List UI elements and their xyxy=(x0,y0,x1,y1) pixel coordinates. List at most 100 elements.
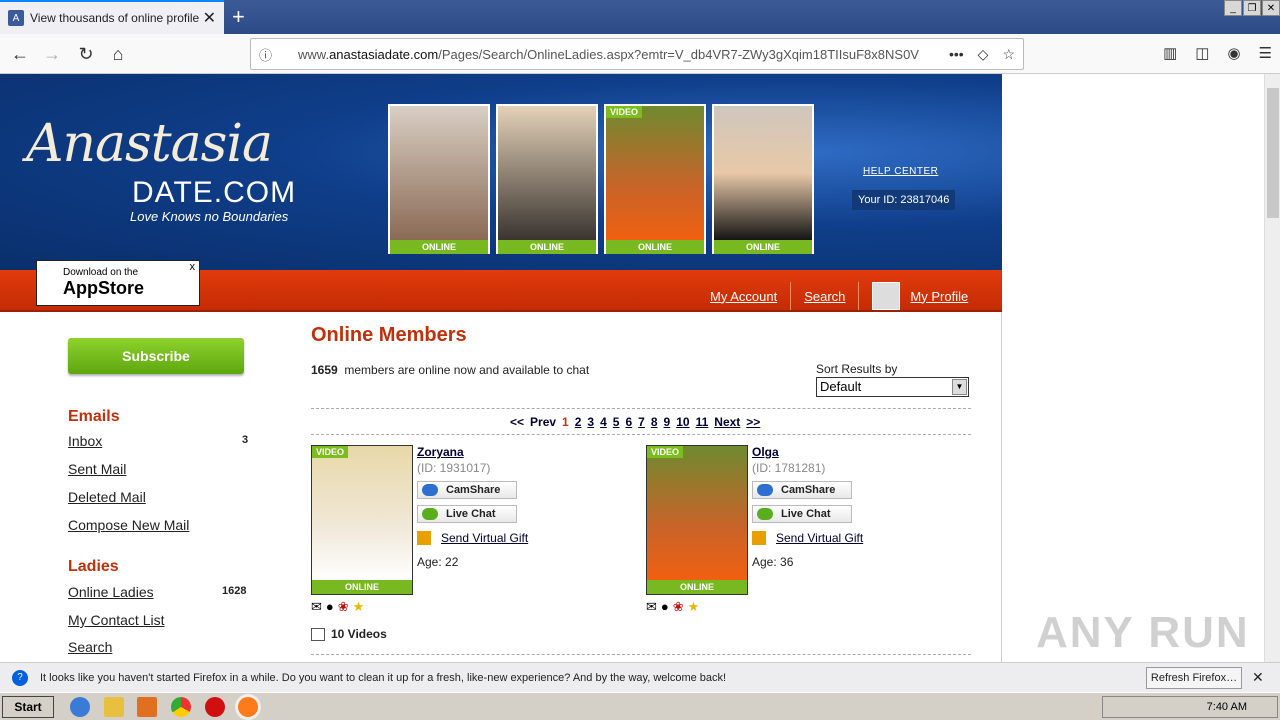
page-link[interactable]: 10 xyxy=(676,415,689,429)
refresh-firefox-button[interactable]: Refresh Firefox… xyxy=(1146,667,1242,689)
sort-label: Sort Results by xyxy=(816,362,898,376)
page-link[interactable]: 3 xyxy=(587,415,594,429)
sent-mail-link[interactable]: Sent Mail xyxy=(68,461,126,477)
start-button[interactable]: Start xyxy=(2,696,54,718)
main-content: Online Members 1659 members are online n… xyxy=(311,314,971,662)
mail-icon[interactable]: ✉ xyxy=(311,599,322,615)
firefox-icon[interactable] xyxy=(238,697,258,717)
first-page-link[interactable]: << xyxy=(510,415,524,429)
new-tab-icon[interactable]: + xyxy=(232,4,245,30)
featured-lady-photo[interactable]: ONLINE xyxy=(712,104,814,254)
back-icon[interactable]: ← xyxy=(4,38,36,70)
top-nav-links: My Account Search My Profile xyxy=(710,282,968,310)
online-badge: ONLINE xyxy=(647,580,747,594)
opera-icon[interactable] xyxy=(205,697,225,717)
library-icon[interactable]: ▥ xyxy=(1163,44,1177,62)
favorite-star-icon[interactable]: ★ xyxy=(688,599,700,615)
page-actions-icon[interactable]: ••• xyxy=(949,46,964,63)
rose-icon[interactable]: ❀ xyxy=(673,599,684,615)
page-link[interactable]: 9 xyxy=(664,415,671,429)
home-icon[interactable]: ⌂ xyxy=(102,38,134,70)
page-link[interactable]: 11 xyxy=(696,415,709,429)
logo-date[interactable]: DATE.COM xyxy=(132,176,296,210)
videos-link[interactable]: 10 Videos xyxy=(311,627,387,641)
minimize-icon[interactable]: _ xyxy=(1224,0,1242,16)
my-account-link[interactable]: My Account xyxy=(710,289,777,304)
video-badge: VIDEO xyxy=(606,106,643,118)
help-center-link[interactable]: HELP CENTER xyxy=(863,166,938,177)
user-id-label: Your ID: 23817046 xyxy=(852,190,956,210)
subscribe-button[interactable]: Subscribe xyxy=(68,338,244,374)
featured-lady-photo[interactable]: ONLINE xyxy=(388,104,490,254)
ie-icon[interactable] xyxy=(70,697,90,717)
mail-icon[interactable]: ✉ xyxy=(646,599,657,615)
prev-page-link[interactable]: Prev xyxy=(530,415,556,429)
featured-lady-photo[interactable]: VIDEO ONLINE xyxy=(604,104,706,254)
close-icon[interactable]: ✕ xyxy=(1252,669,1264,686)
avatar[interactable] xyxy=(872,282,901,310)
last-page-link[interactable]: >> xyxy=(746,415,760,429)
reload-icon[interactable]: ↻ xyxy=(70,38,102,70)
page-link[interactable]: 2 xyxy=(575,415,582,429)
camshare-button[interactable]: CamShare xyxy=(417,481,517,499)
windows-taskbar: Start 7:40 AM xyxy=(0,692,1280,720)
sidebar-search-link[interactable]: Search xyxy=(68,639,112,655)
send-gift-link[interactable]: Send Virtual Gift xyxy=(752,531,863,545)
chrome-icon[interactable] xyxy=(171,697,191,717)
cookie-icon[interactable]: ● xyxy=(661,599,669,615)
inbox-link[interactable]: Inbox xyxy=(68,433,102,449)
live-chat-button[interactable]: Live Chat xyxy=(752,505,852,523)
member-photo[interactable]: VIDEO ONLINE xyxy=(311,445,413,595)
online-ladies-link[interactable]: Online Ladies xyxy=(68,584,154,600)
page-viewport: Anastasia DATE.COM Love Knows no Boundar… xyxy=(0,74,1264,662)
appstore-badge[interactable]: Download on the AppStore x xyxy=(36,260,200,306)
send-gift-link[interactable]: Send Virtual Gift xyxy=(417,531,528,545)
video-badge: VIDEO xyxy=(312,446,349,458)
browser-tab[interactable]: A View thousands of online profiles f ✕ xyxy=(0,0,224,34)
page-link[interactable]: 1 xyxy=(562,415,569,429)
close-tab-icon[interactable]: ✕ xyxy=(203,8,216,28)
media-player-icon[interactable] xyxy=(137,697,157,717)
sort-select[interactable]: Default ▼ xyxy=(816,377,969,397)
explorer-icon[interactable] xyxy=(104,697,124,717)
url-bar[interactable]: ⓘ www.anastasiadate.com/Pages/Search/Onl… xyxy=(250,38,1024,70)
rose-icon[interactable]: ❀ xyxy=(338,599,349,615)
featured-lady-photo[interactable]: ONLINE xyxy=(496,104,598,254)
deleted-mail-link[interactable]: Deleted Mail xyxy=(68,489,146,505)
appstore-small-text: Download on the xyxy=(63,267,139,278)
bookmark-star-icon[interactable]: ☆ xyxy=(1002,46,1015,63)
pocket-icon[interactable]: ◇ xyxy=(978,46,989,63)
logo-script[interactable]: Anastasia xyxy=(26,114,273,174)
live-chat-button[interactable]: Live Chat xyxy=(417,505,517,523)
divider xyxy=(311,434,971,435)
account-icon[interactable]: ◉ xyxy=(1227,44,1240,62)
favorite-star-icon[interactable]: ★ xyxy=(353,599,365,615)
compose-mail-link[interactable]: Compose New Mail xyxy=(68,517,189,533)
page-link[interactable]: 7 xyxy=(638,415,645,429)
close-icon[interactable]: x xyxy=(190,261,196,273)
camshare-button[interactable]: CamShare xyxy=(752,481,852,499)
next-page-link[interactable]: Next xyxy=(714,415,740,429)
my-profile-link[interactable]: My Profile xyxy=(910,289,968,304)
inbox-count: 3 xyxy=(242,434,249,446)
page-scrollbar[interactable] xyxy=(1264,74,1280,662)
member-name-link[interactable]: Zoryana xyxy=(417,445,464,459)
page-link[interactable]: 4 xyxy=(600,415,607,429)
sidebar-icon[interactable]: ◫ xyxy=(1195,44,1209,62)
page-title: Online Members xyxy=(311,324,467,346)
close-window-icon[interactable]: ✕ xyxy=(1262,0,1280,16)
cookie-icon[interactable]: ● xyxy=(326,599,334,615)
divider xyxy=(311,408,971,409)
restore-icon[interactable]: ❐ xyxy=(1243,0,1261,16)
contact-list-link[interactable]: My Contact List xyxy=(68,612,164,628)
forward-icon[interactable]: → xyxy=(36,38,68,70)
search-link[interactable]: Search xyxy=(804,289,845,304)
page-link[interactable]: 6 xyxy=(625,415,632,429)
site-info-icon[interactable]: ⓘ xyxy=(259,45,272,64)
page-link[interactable]: 8 xyxy=(651,415,658,429)
member-photo[interactable]: VIDEO ONLINE xyxy=(646,445,748,595)
member-name-link[interactable]: Olga xyxy=(752,445,779,459)
menu-icon[interactable]: ☰ xyxy=(1259,44,1272,62)
page-link[interactable]: 5 xyxy=(613,415,620,429)
chevron-down-icon[interactable]: ▼ xyxy=(952,379,967,395)
